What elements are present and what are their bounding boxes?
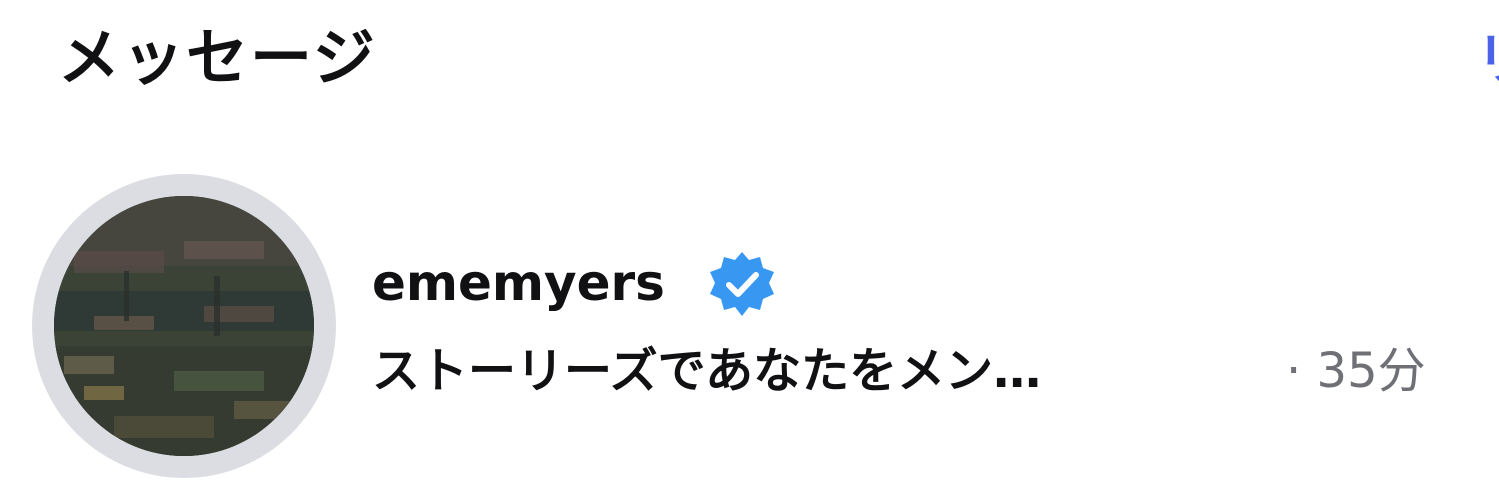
message-preview: ストーリーズであなたをメン…	[372, 343, 1042, 399]
avatar[interactable]	[54, 196, 314, 456]
page-title: メッセージ	[58, 21, 377, 94]
avatar-image	[54, 196, 314, 456]
timestamp: · 35分	[1286, 340, 1426, 402]
message-thread-row[interactable]: ememyers ストーリーズであなたをメン… · 35分	[0, 170, 1499, 480]
separator-dot: ·	[1286, 343, 1302, 399]
requests-link[interactable]: リ	[1476, 26, 1499, 96]
verified-badge-icon	[710, 252, 774, 316]
time-ago: 35分	[1316, 343, 1426, 399]
thread-username: ememyers	[372, 254, 665, 312]
